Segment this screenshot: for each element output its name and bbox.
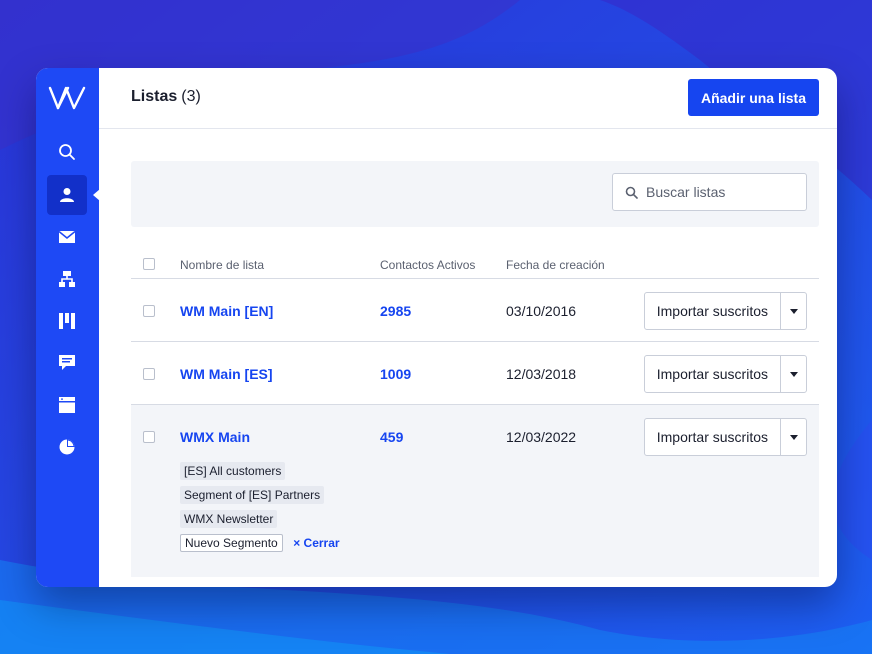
creation-date: 12/03/2018 [506,366,577,382]
caret-down-icon [789,308,798,314]
contacts-icon [60,188,74,202]
search-input[interactable] [646,184,786,200]
add-list-button[interactable]: Añadir una lista [687,79,819,116]
mail-icon [58,230,76,243]
import-dropdown-toggle[interactable] [781,293,806,329]
row-checkbox[interactable] [143,368,155,380]
kanban-icon [59,313,75,329]
page-title: Listas (3) [131,88,201,106]
main-content: Listas(3) Añadir una lista Nombre de lis… [99,68,837,587]
nav-reports[interactable] [47,427,87,467]
sidebar [36,68,100,587]
table-row: WM Main [EN] 2985 03/10/2016 Importar su… [131,279,819,342]
app-logo-icon[interactable] [48,84,86,110]
search-box[interactable] [612,173,807,211]
import-dropdown-toggle[interactable] [781,419,806,455]
list-name-link[interactable]: WM Main [ES] [180,366,273,382]
nav-search[interactable] [47,132,87,172]
list-name-link[interactable]: WMX Main [180,429,250,445]
browser-icon [59,397,75,413]
segments-list: [ES] All customers Segment of [ES] Partn… [180,462,340,558]
search-icon [59,144,75,160]
sitemap-icon [59,271,75,287]
list-count: (3) [181,88,201,105]
new-segment-button[interactable]: Nuevo Segmento [180,534,283,552]
contacts-count-link[interactable]: 1009 [380,366,411,382]
search-icon [625,186,638,199]
creation-date: 03/10/2016 [506,303,577,319]
contacts-count-link[interactable]: 459 [380,429,403,445]
import-dropdown-toggle[interactable] [781,356,806,392]
row-checkbox[interactable] [143,431,155,443]
nav-board[interactable] [47,301,87,341]
creation-date: 12/03/2022 [506,429,577,445]
import-subscribers-button[interactable]: Importar suscritos [645,419,781,455]
segment-tag[interactable]: [ES] All customers [180,462,286,480]
lists-table: Nombre de lista Contactos Activos Fecha … [131,248,819,577]
table-row: WM Main [ES] 1009 12/03/2018 Importar su… [131,342,819,405]
nav-messages[interactable] [47,343,87,383]
nav-automation[interactable] [47,259,87,299]
import-subscribers-button[interactable]: Importar suscritos [645,356,781,392]
contacts-count-link[interactable]: 2985 [380,303,411,319]
caret-down-icon [789,434,798,440]
table-row-expanded: WMX Main 459 12/03/2022 Importar suscrit… [131,405,819,577]
col-name[interactable]: Nombre de lista [180,258,264,272]
nav-mail[interactable] [47,217,87,257]
row-checkbox[interactable] [143,305,155,317]
segment-tag[interactable]: Segment of [ES] Partners [180,486,325,504]
nav-pages[interactable] [47,385,87,425]
select-all-checkbox[interactable] [143,258,155,270]
page-title-text: Listas [131,88,178,105]
import-split-button: Importar suscritos [643,292,807,330]
import-split-button: Importar suscritos [643,418,807,456]
table-header: Nombre de lista Contactos Activos Fecha … [131,248,819,279]
col-contacts[interactable]: Contactos Activos [380,258,475,272]
caret-down-icon [789,371,798,377]
col-date[interactable]: Fecha de creación [506,258,605,272]
chat-icon [59,355,75,370]
import-subscribers-button[interactable]: Importar suscritos [645,293,781,329]
page-header: Listas (3) Añadir una lista [99,68,837,129]
filter-toolbar [131,161,819,227]
app-window: Listas(3) Añadir una lista Nombre de lis… [36,68,837,587]
nav-contacts[interactable] [47,175,87,215]
segment-tag[interactable]: WMX Newsletter [180,510,278,528]
pie-chart-icon [59,439,75,455]
list-name-link[interactable]: WM Main [EN] [180,303,273,319]
close-segments-link[interactable]: × Cerrar [293,536,339,550]
import-split-button: Importar suscritos [643,355,807,393]
